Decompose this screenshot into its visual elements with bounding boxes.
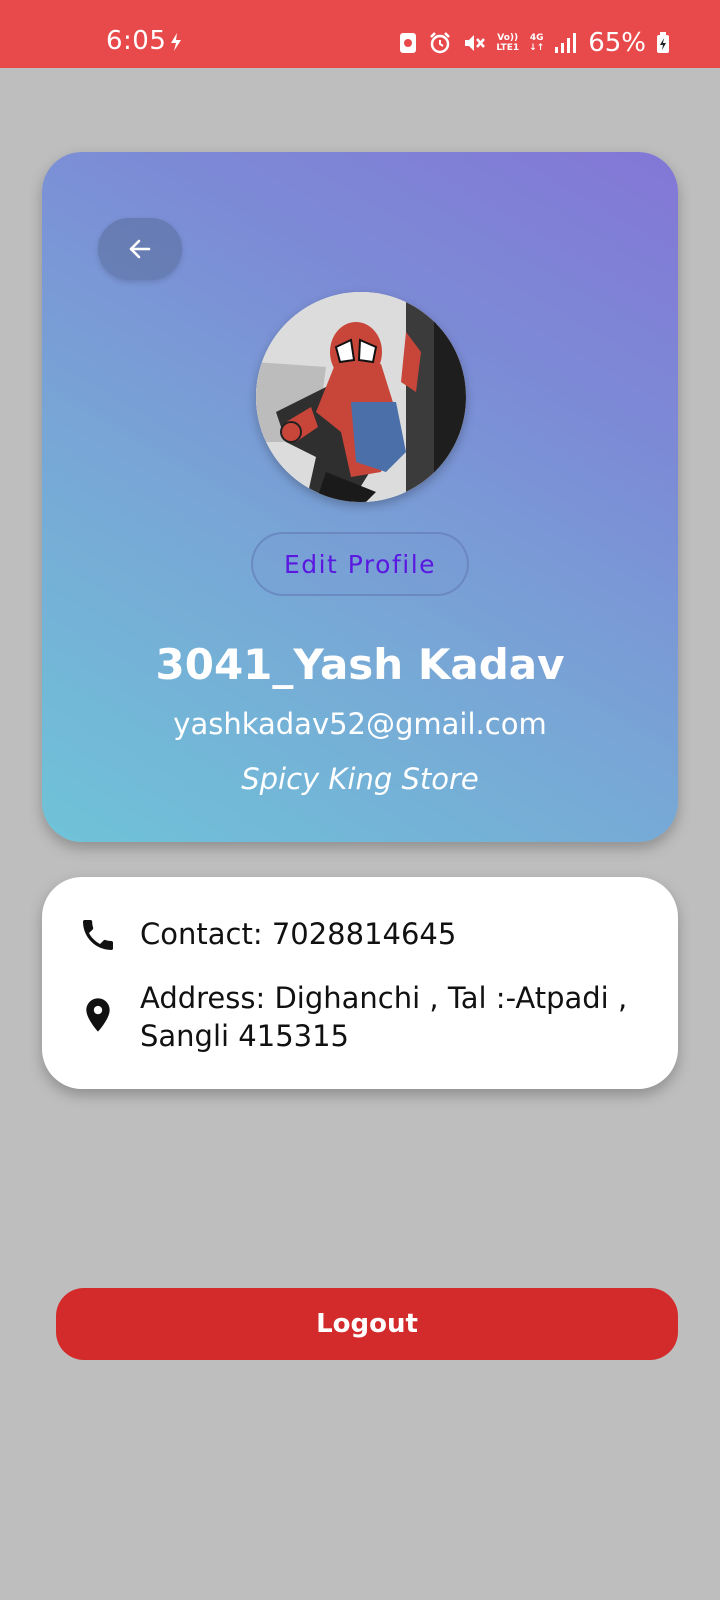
back-button[interactable]	[98, 218, 182, 280]
network-top: 4G	[529, 33, 544, 43]
status-icons: Vo)) LTE1 4G ↓↑ 65%	[398, 28, 670, 58]
location-pin-icon	[86, 998, 110, 1032]
battery-icon	[657, 32, 669, 53]
edit-profile-button[interactable]: Edit Profile	[251, 532, 469, 596]
arrow-left-icon	[129, 239, 151, 259]
volte-top: Vo))	[497, 33, 519, 43]
contact-row: Contact: 7028814645	[78, 915, 630, 955]
address-row: Address: Dighanchi , Tal :-Atpadi , Sang…	[78, 979, 630, 1055]
user-name: 3041_Yash Kadav	[155, 640, 565, 689]
phone-icon	[83, 920, 113, 950]
info-card: Contact: 7028814645 Address: Dighanchi ,…	[42, 877, 678, 1089]
signal-icon	[555, 33, 577, 53]
network-bottom: ↓↑	[529, 43, 545, 53]
battery-percent: 65%	[588, 28, 646, 58]
mute-icon	[465, 35, 486, 51]
avatar[interactable]	[256, 292, 466, 502]
spiderman-avatar-image	[256, 292, 466, 502]
flash-icon	[171, 33, 181, 51]
screenshot-icon	[400, 33, 417, 53]
volte-indicator: Vo)) LTE1	[496, 33, 519, 53]
contact-text: Contact: 7028814645	[140, 917, 457, 951]
logout-button[interactable]: Logout	[56, 1288, 678, 1360]
user-email: yashkadav52@gmail.com	[173, 707, 547, 741]
status-bar: 6:05 Vo)) LTE1 4G ↓↑ 65%	[0, 0, 720, 68]
volte-bottom: LTE1	[496, 43, 520, 53]
address-text: Address: Dighanchi , Tal :-Atpadi , Sang…	[140, 981, 628, 1053]
alarm-icon	[430, 32, 451, 54]
profile-card: Edit Profile 3041_Yash Kadav yashkadav52…	[42, 152, 678, 842]
status-time: 6:05	[106, 26, 167, 56]
network-type: 4G ↓↑	[529, 33, 544, 53]
store-name: Spicy King Store	[241, 762, 479, 796]
